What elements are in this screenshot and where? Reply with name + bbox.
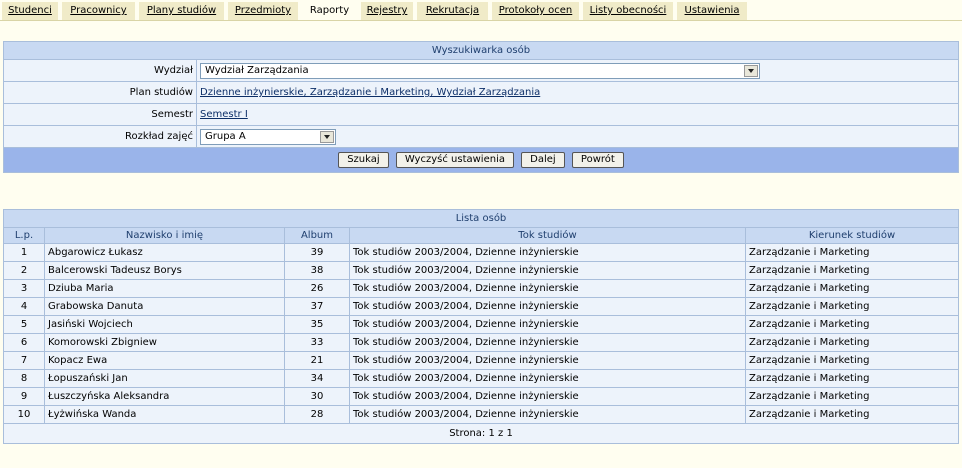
tab-rejestry[interactable]: Rejestry — [361, 2, 413, 20]
row-field-of-study: Zarządzanie i Marketing — [745, 297, 959, 316]
table-row[interactable]: 3 Dziuba Maria 26 Tok studiów 2003/2004, Dz… — [3, 279, 959, 298]
row-album: 38 — [284, 261, 350, 280]
row-study-track: Tok studiów 2003/2004, Dzienne inżyniers… — [349, 405, 746, 424]
table-row[interactable]: 10 Łyżwińska Wanda 28 Tok studiów 2003/2004… — [3, 405, 959, 424]
row-name: Jasiński Wojciech — [44, 315, 285, 334]
row-study-track: Tok studiów 2003/2004, Dzienne inżyniers… — [349, 297, 746, 316]
row-lp: 10 — [3, 405, 45, 424]
row-field-of-study: Zarządzanie i Marketing — [745, 243, 959, 262]
row-lp: 8 — [3, 369, 45, 388]
table-row[interactable]: 5 Jasiński Wojciech 35 Tok studiów 2003/200… — [3, 315, 959, 334]
faculty-select-value: Wydział Zarządzania — [205, 64, 309, 76]
semester-link[interactable]: Semestr I — [200, 109, 248, 120]
row-album: 28 — [284, 405, 350, 424]
row-name: Komorowski Zbigniew — [44, 333, 285, 352]
row-lp: 7 — [3, 351, 45, 370]
row-study-track: Tok studiów 2003/2004, Dzienne inżyniers… — [349, 369, 746, 388]
row-study-track: Tok studiów 2003/2004, Dzienne inżyniers… — [349, 351, 746, 370]
chevron-down-icon[interactable] — [320, 130, 334, 143]
row-lp: 3 — [3, 279, 45, 298]
clear-settings-button[interactable]: Wyczyść ustawienia — [395, 152, 514, 168]
search-button-bar: Szukaj Wyczyść ustawienia Dalej Powrót — [3, 147, 959, 173]
schedule-label: Rozkład zajęć — [3, 125, 197, 148]
schedule-select[interactable]: Grupa A — [200, 128, 336, 145]
pagination-info: Strona: 1 z 1 — [3, 423, 959, 444]
faculty-select[interactable]: Wydział Zarządzania — [200, 62, 760, 79]
tab-plany-studiow[interactable]: Plany studiów — [139, 2, 224, 20]
row-name: Łuszczyńska Aleksandra — [44, 387, 285, 406]
table-row[interactable]: 7 Kopacz Ewa 21 Tok studiów 2003/2004, Dzie… — [3, 351, 959, 370]
person-search-panel: Wyszukiwarka osób Wydział Wydział Zarząd… — [3, 41, 959, 173]
study-plan-label: Plan studiów — [3, 81, 197, 104]
row-study-track: Tok studiów 2003/2004, Dzienne inżyniers… — [349, 243, 746, 262]
row-name: Grabowska Danuta — [44, 297, 285, 316]
row-album: 33 — [284, 333, 350, 352]
row-field-of-study: Zarządzanie i Marketing — [745, 279, 959, 298]
row-field-of-study: Zarządzanie i Marketing — [745, 261, 959, 280]
row-lp: 6 — [3, 333, 45, 352]
row-album: 30 — [284, 387, 350, 406]
row-name: Balcerowski Tadeusz Borys — [44, 261, 285, 280]
row-field-of-study: Zarządzanie i Marketing — [745, 387, 959, 406]
row-name: Łopuszański Jan — [44, 369, 285, 388]
row-lp: 1 — [3, 243, 45, 262]
row-field-of-study: Zarządzanie i Marketing — [745, 333, 959, 352]
search-panel-title: Wyszukiwarka osób — [3, 41, 959, 60]
row-lp: 4 — [3, 297, 45, 316]
row-field-of-study: Zarządzanie i Marketing — [745, 351, 959, 370]
faculty-label: Wydział — [3, 59, 197, 82]
row-album: 26 — [284, 279, 350, 298]
back-button[interactable]: Powrót — [571, 152, 624, 168]
row-study-track: Tok studiów 2003/2004, Dzienne inżyniers… — [349, 333, 746, 352]
tab-protokoly-ocen[interactable]: Protokoły ocen — [492, 2, 579, 20]
tab-przedmioty[interactable]: Przedmioty — [228, 2, 298, 20]
row-study-track: Tok studiów 2003/2004, Dzienne inżyniers… — [349, 279, 746, 298]
study-plan-link[interactable]: Dzienne inżynierskie, Zarządzanie i Mark… — [200, 87, 540, 98]
row-album: 35 — [284, 315, 350, 334]
table-row[interactable]: 1 Abgarowicz Łukasz 39 Tok studiów 2003/200… — [3, 243, 959, 262]
table-row[interactable]: 8 Łopuszański Jan 34 Tok studiów 2003/2004,… — [3, 369, 959, 388]
next-button[interactable]: Dalej — [521, 152, 565, 168]
search-button[interactable]: Szukaj — [338, 152, 389, 168]
row-album: 21 — [284, 351, 350, 370]
row-lp: 9 — [3, 387, 45, 406]
schedule-select-value: Grupa A — [205, 130, 246, 142]
row-name: Kopacz Ewa — [44, 351, 285, 370]
table-row[interactable]: 4 Grabowska Danuta 37 Tok studiów 2003/2004… — [3, 297, 959, 316]
col-header-name: Nazwisko i imię — [44, 227, 285, 244]
col-header-lp: L.p. — [3, 227, 45, 244]
row-field-of-study: Zarządzanie i Marketing — [745, 315, 959, 334]
row-name: Dziuba Maria — [44, 279, 285, 298]
tab-listy-obecnosci[interactable]: Listy obecności — [583, 2, 673, 20]
row-lp: 5 — [3, 315, 45, 334]
tab-pracownicy[interactable]: Pracownicy — [62, 2, 135, 20]
col-header-album: Album — [284, 227, 350, 244]
tab-studenci[interactable]: Studenci — [2, 2, 58, 20]
tab-raporty[interactable]: Raporty — [302, 2, 357, 20]
chevron-down-icon[interactable] — [744, 64, 758, 77]
row-name: Abgarowicz Łukasz — [44, 243, 285, 262]
table-row[interactable]: 6 Komorowski Zbigniew 33 Tok studiów 2003/2… — [3, 333, 959, 352]
col-header-study-track: Tok studiów — [349, 227, 746, 244]
person-list-table: Lista osób L.p. Nazwisko i imię Album To… — [3, 209, 959, 444]
tab-rekrutacja[interactable]: Rekrutacja — [417, 2, 488, 20]
col-header-field-of-study: Kierunek studiów — [745, 227, 959, 244]
semester-label: Semestr — [3, 103, 197, 126]
row-field-of-study: Zarządzanie i Marketing — [745, 405, 959, 424]
row-album: 34 — [284, 369, 350, 388]
row-study-track: Tok studiów 2003/2004, Dzienne inżyniers… — [349, 387, 746, 406]
row-lp: 2 — [3, 261, 45, 280]
list-title: Lista osób — [3, 209, 959, 228]
row-field-of-study: Zarządzanie i Marketing — [745, 369, 959, 388]
main-tab-bar: Studenci Pracownicy Plany studiów Przedm… — [0, 0, 962, 21]
row-study-track: Tok studiów 2003/2004, Dzienne inżyniers… — [349, 261, 746, 280]
row-album: 39 — [284, 243, 350, 262]
row-album: 37 — [284, 297, 350, 316]
table-row[interactable]: 9 Łuszczyńska Aleksandra 30 Tok studiów 200… — [3, 387, 959, 406]
tab-ustawienia[interactable]: Ustawienia — [677, 2, 747, 20]
row-study-track: Tok studiów 2003/2004, Dzienne inżyniers… — [349, 315, 746, 334]
row-name: Łyżwińska Wanda — [44, 405, 285, 424]
table-row[interactable]: 2 Balcerowski Tadeusz Borys 38 Tok studiów … — [3, 261, 959, 280]
